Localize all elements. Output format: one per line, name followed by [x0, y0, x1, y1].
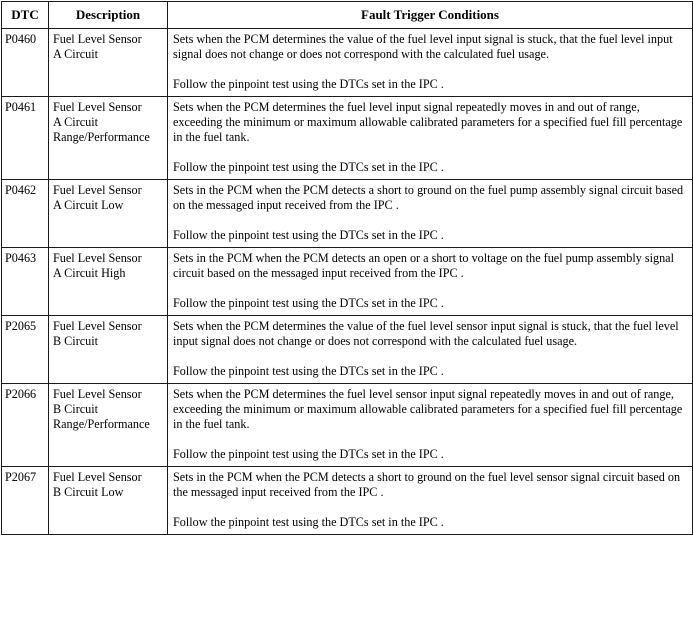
description-line: A Circuit [53, 47, 99, 61]
cell-description: Fuel Level Sensor A Circuit [48, 28, 168, 97]
cell-fault-conditions: Sets when the PCM determines the fuel le… [167, 96, 693, 180]
table-row: P0462 Fuel Level Sensor A Circuit Low Sets … [1, 179, 693, 248]
description-line: Range/Performance [53, 130, 150, 144]
fault-paragraph: Sets in the PCM when the PCM detects a s… [173, 470, 681, 499]
fault-trigger-text: Sets in the PCM when the PCM detects an … [168, 248, 692, 315]
description-line: B Circuit Low [53, 485, 124, 499]
description-text: Fuel Level Sensor B Circuit Low [49, 467, 167, 504]
dtc-code: P2067 [5, 470, 37, 484]
description-line: A Circuit High [53, 266, 126, 280]
description-line: A Circuit Low [53, 198, 124, 212]
fault-paragraph: Sets when the PCM determines the value o… [173, 319, 679, 348]
fault-trigger-text: Sets when the PCM determines the fuel le… [168, 384, 692, 466]
cell-dtc: P0462 [1, 179, 49, 248]
cell-fault-conditions: Sets when the PCM determines the fuel le… [167, 383, 693, 467]
cell-description: Fuel Level Sensor B Circuit [48, 315, 168, 384]
fault-paragraph: Sets in the PCM when the PCM detects an … [173, 251, 674, 280]
table-body: P0460 Fuel Level Sensor A Circuit Sets when… [1, 28, 693, 535]
description-line: Fuel Level Sensor [53, 387, 142, 401]
cell-dtc: P2066 [1, 383, 49, 467]
fault-paragraph: Follow the pinpoint test using the DTCs … [173, 228, 444, 242]
cell-dtc: P0461 [1, 96, 49, 180]
dtc-code: P2065 [5, 319, 37, 333]
fault-paragraph: Sets when the PCM determines the value o… [173, 32, 673, 61]
dtc-code: P2066 [5, 387, 37, 401]
fault-paragraph: Follow the pinpoint test using the DTCs … [173, 160, 444, 174]
dtc-fault-table: DTC Description Fault Trigger Conditions… [1, 1, 693, 535]
cell-fault-conditions: Sets when the PCM determines the value o… [167, 28, 693, 97]
description-line: Fuel Level Sensor [53, 183, 142, 197]
fault-trigger-text: Sets when the PCM determines the fuel le… [168, 97, 692, 179]
fault-paragraph: Follow the pinpoint test using the DTCs … [173, 364, 444, 378]
table-row: P0461 Fuel Level Sensor A Circuit Range/Per… [1, 96, 693, 180]
cell-fault-conditions: Sets when the PCM determines the value o… [167, 315, 693, 384]
table-row: P2065 Fuel Level Sensor B Circuit Sets when… [1, 315, 693, 384]
description-line: Range/Performance [53, 417, 150, 431]
table-row: P0463 Fuel Level Sensor A Circuit High Sets… [1, 247, 693, 316]
description-text: Fuel Level Sensor A Circuit Low [49, 180, 167, 217]
cell-description: Fuel Level Sensor A Circuit Range/Performa… [48, 96, 168, 180]
fault-paragraph: Follow the pinpoint test using the DTCs … [173, 447, 444, 461]
description-line: B Circuit [53, 402, 99, 416]
cell-description: Fuel Level Sensor B Circuit Low [48, 466, 168, 535]
fault-paragraph: Sets when the PCM determines the fuel le… [173, 100, 683, 144]
fault-trigger-text: Sets in the PCM when the PCM detects a s… [168, 467, 692, 534]
column-header-dtc: DTC [1, 1, 49, 29]
cell-fault-conditions: Sets in the PCM when the PCM detects a s… [167, 466, 693, 535]
cell-fault-conditions: Sets in the PCM when the PCM detects a s… [167, 179, 693, 248]
cell-dtc: P2065 [1, 315, 49, 384]
description-line: Fuel Level Sensor [53, 32, 142, 46]
table-row: P2066 Fuel Level Sensor B Circuit Range/Per… [1, 383, 693, 467]
fault-paragraph: Sets when the PCM determines the fuel le… [173, 387, 683, 431]
description-text: Fuel Level Sensor A Circuit Range/Performa… [49, 97, 167, 149]
description-text: Fuel Level Sensor B Circuit Range/Performa… [49, 384, 167, 436]
column-header-description: Description [48, 1, 168, 29]
description-text: Fuel Level Sensor A Circuit [49, 29, 167, 66]
cell-fault-conditions: Sets in the PCM when the PCM detects an … [167, 247, 693, 316]
cell-dtc: P0460 [1, 28, 49, 97]
dtc-code: P0460 [5, 32, 37, 46]
fault-trigger-text: Sets when the PCM determines the value o… [168, 29, 692, 96]
table-row: P0460 Fuel Level Sensor A Circuit Sets when… [1, 28, 693, 97]
table-header-row: DTC Description Fault Trigger Conditions [1, 1, 693, 29]
description-text: Fuel Level Sensor B Circuit [49, 316, 167, 353]
table-row: P2067 Fuel Level Sensor B Circuit Low Sets … [1, 466, 693, 535]
dtc-code: P0462 [5, 183, 37, 197]
table-header: DTC Description Fault Trigger Conditions [1, 1, 693, 29]
fault-paragraph: Follow the pinpoint test using the DTCs … [173, 515, 444, 529]
cell-dtc: P0463 [1, 247, 49, 316]
dtc-code: P0463 [5, 251, 37, 265]
description-line: Fuel Level Sensor [53, 319, 142, 333]
cell-dtc: P2067 [1, 466, 49, 535]
description-line: B Circuit [53, 334, 99, 348]
description-line: A Circuit [53, 115, 99, 129]
description-text: Fuel Level Sensor A Circuit High [49, 248, 167, 285]
fault-trigger-text: Sets when the PCM determines the value o… [168, 316, 692, 383]
fault-paragraph: Follow the pinpoint test using the DTCs … [173, 77, 444, 91]
column-header-fault-trigger-conditions: Fault Trigger Conditions [167, 1, 693, 29]
cell-description: Fuel Level Sensor A Circuit Low [48, 179, 168, 248]
description-line: Fuel Level Sensor [53, 251, 142, 265]
cell-description: Fuel Level Sensor A Circuit High [48, 247, 168, 316]
fault-paragraph: Follow the pinpoint test using the DTCs … [173, 296, 444, 310]
cell-description: Fuel Level Sensor B Circuit Range/Performa… [48, 383, 168, 467]
fault-paragraph: Sets in the PCM when the PCM detects a s… [173, 183, 684, 212]
fault-trigger-text: Sets in the PCM when the PCM detects a s… [168, 180, 692, 247]
description-line: Fuel Level Sensor [53, 470, 142, 484]
description-line: Fuel Level Sensor [53, 100, 142, 114]
dtc-code: P0461 [5, 100, 37, 114]
